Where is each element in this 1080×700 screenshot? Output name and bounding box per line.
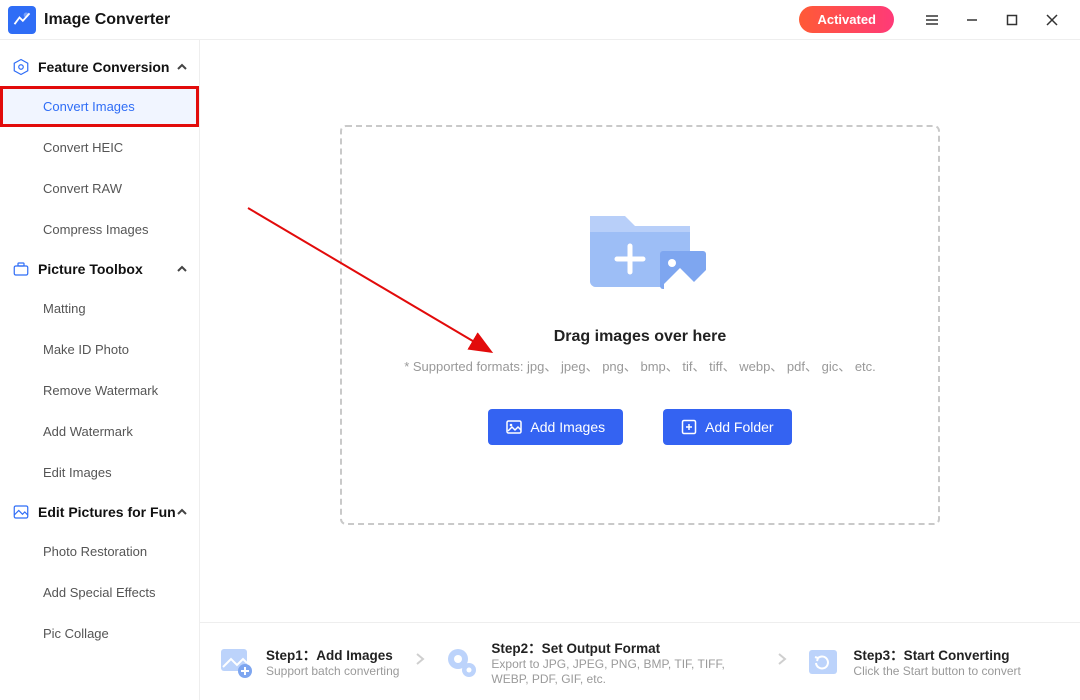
add-folder-button[interactable]: Add Folder	[663, 409, 791, 445]
sidebar-item-label: Remove Watermark	[43, 383, 158, 398]
sidebar-header-edit-pictures-for-fun[interactable]: Edit Pictures for Fun	[0, 493, 199, 531]
body: Feature Conversion Convert Images Conver…	[0, 40, 1080, 700]
toolbox-icon	[12, 260, 30, 278]
step-sub: Export to JPG, JPEG, PNG, BMP, TIF, TIFF…	[491, 657, 761, 687]
drag-text: Drag images over here	[554, 328, 727, 346]
step-title: Step1：Add Images	[266, 644, 399, 664]
minimize-button[interactable]	[952, 0, 992, 40]
maximize-button[interactable]	[992, 0, 1032, 40]
sidebar-header-label: Picture Toolbox	[38, 261, 143, 277]
step-3: Step3：Start Converting Click the Start b…	[803, 642, 1020, 682]
app-title: Image Converter	[44, 11, 170, 29]
sidebar-header-label: Edit Pictures for Fun	[38, 504, 176, 520]
step-sub: Support batch converting	[266, 664, 399, 679]
chevron-up-icon	[177, 261, 187, 277]
steps-bar: Step1：Add Images Support batch convertin…	[200, 622, 1080, 700]
menu-button[interactable]	[912, 0, 952, 40]
sidebar-item-edit-images[interactable]: Edit Images	[0, 452, 199, 493]
activated-badge[interactable]: Activated	[799, 6, 894, 33]
step-sub: Click the Start button to convert	[853, 664, 1020, 679]
sidebar-item-convert-raw[interactable]: Convert RAW	[0, 168, 199, 209]
folder-illustration-icon	[560, 186, 720, 306]
sidebar-item-remove-watermark[interactable]: Remove Watermark	[0, 370, 199, 411]
step-1: Step1：Add Images Support batch convertin…	[216, 642, 399, 682]
app-logo-icon	[8, 6, 36, 34]
sidebar-item-label: Edit Images	[43, 465, 112, 480]
add-images-button[interactable]: Add Images	[488, 409, 623, 445]
button-row: Add Images Add Folder	[488, 409, 791, 445]
sidebar-item-label: Convert RAW	[43, 181, 122, 196]
picture-icon	[12, 503, 30, 521]
hexagon-icon	[12, 58, 30, 76]
sidebar-item-photo-restoration[interactable]: Photo Restoration	[0, 531, 199, 572]
sidebar-item-label: Pic Collage	[43, 626, 109, 641]
sidebar-header-feature-conversion[interactable]: Feature Conversion	[0, 48, 199, 86]
sidebar-item-label: Make ID Photo	[43, 342, 129, 357]
sidebar-item-label: Photo Restoration	[43, 544, 147, 559]
button-label: Add Folder	[705, 419, 773, 435]
supported-formats-text: * Supported formats: jpg、 jpeg、 png、 bmp…	[404, 356, 876, 375]
convert-icon	[803, 642, 843, 682]
sidebar-item-add-watermark[interactable]: Add Watermark	[0, 411, 199, 452]
chevron-up-icon	[177, 59, 187, 75]
sidebar-item-convert-heic[interactable]: Convert HEIC	[0, 127, 199, 168]
chevron-right-icon	[407, 652, 433, 671]
app-window: Image Converter Activated Feature Conver…	[0, 0, 1080, 700]
add-image-icon	[216, 642, 256, 682]
folder-plus-icon	[681, 419, 697, 435]
button-label: Add Images	[530, 419, 605, 435]
sidebar-item-label: Add Special Effects	[43, 585, 156, 600]
sidebar-item-label: Matting	[43, 301, 86, 316]
sidebar-item-pic-collage[interactable]: Pic Collage	[0, 613, 199, 654]
main-panel: Drag images over here * Supported format…	[200, 40, 1080, 700]
sidebar-item-make-id-photo[interactable]: Make ID Photo	[0, 329, 199, 370]
image-icon	[506, 419, 522, 435]
chevron-up-icon	[177, 504, 187, 520]
sidebar-item-matting[interactable]: Matting	[0, 288, 199, 329]
sidebar-item-label: Convert Images	[43, 99, 135, 114]
sidebar-header-label: Feature Conversion	[38, 59, 169, 75]
sidebar-item-label: Add Watermark	[43, 424, 133, 439]
step-title: Step2：Set Output Format	[491, 637, 761, 657]
step-title: Step3：Start Converting	[853, 644, 1020, 664]
sidebar-item-compress-images[interactable]: Compress Images	[0, 209, 199, 250]
sidebar-item-convert-images[interactable]: Convert Images	[0, 86, 199, 127]
sidebar: Feature Conversion Convert Images Conver…	[0, 40, 200, 700]
sidebar-item-label: Compress Images	[43, 222, 148, 237]
title-bar: Image Converter Activated	[0, 0, 1080, 40]
chevron-right-icon	[769, 652, 795, 671]
settings-icon	[441, 642, 481, 682]
sidebar-item-label: Convert HEIC	[43, 140, 123, 155]
close-button[interactable]	[1032, 0, 1072, 40]
step-2: Step2：Set Output Format Export to JPG, J…	[441, 637, 761, 687]
sidebar-header-picture-toolbox[interactable]: Picture Toolbox	[0, 250, 199, 288]
sidebar-item-add-special-effects[interactable]: Add Special Effects	[0, 572, 199, 613]
dropzone[interactable]: Drag images over here * Supported format…	[340, 125, 940, 525]
